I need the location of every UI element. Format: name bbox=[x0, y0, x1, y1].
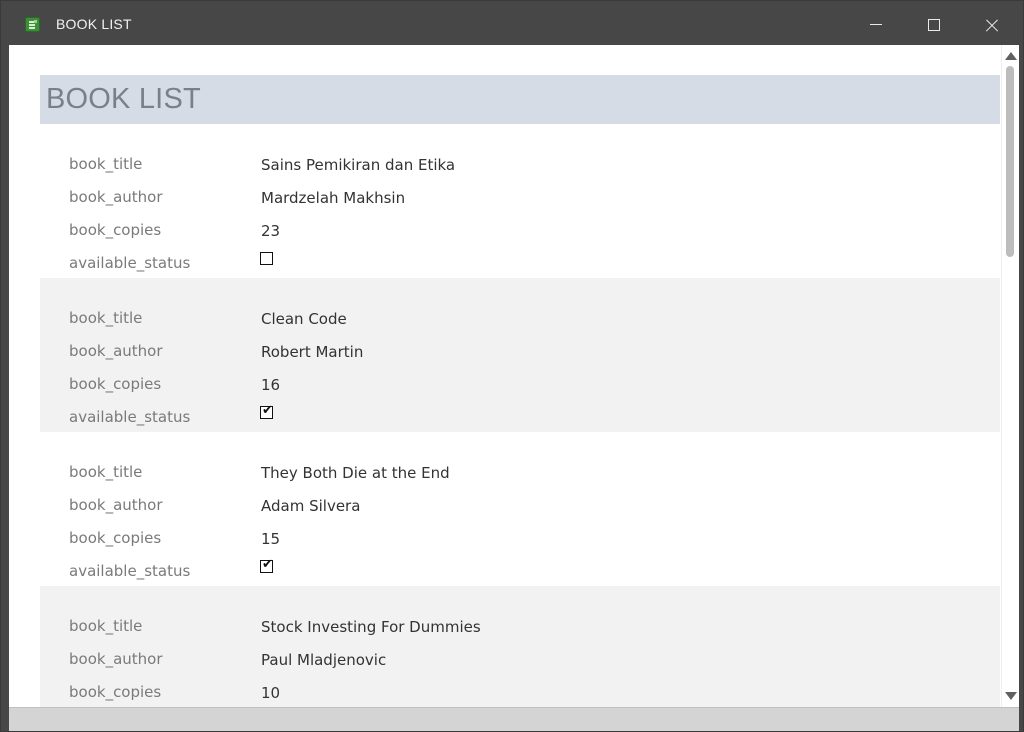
scroll-up-arrow-icon[interactable] bbox=[1005, 52, 1017, 60]
check-icon: ✔ bbox=[262, 557, 273, 572]
report-title: BOOK LIST bbox=[46, 83, 201, 115]
scroll-down-arrow-icon[interactable] bbox=[1005, 692, 1017, 700]
check-icon: ✔ bbox=[262, 403, 273, 418]
book-author-value[interactable]: Robert Martin bbox=[261, 343, 363, 361]
book-author-label: book_author bbox=[69, 650, 163, 668]
book-title-value[interactable]: Sains Pemikiran dan Etika bbox=[261, 156, 455, 174]
book-copies-value[interactable]: 15 bbox=[261, 530, 280, 548]
book-title-value[interactable]: Clean Code bbox=[261, 310, 347, 328]
available-status-checkbox[interactable] bbox=[260, 252, 273, 265]
book-copies-label: book_copies bbox=[69, 221, 162, 239]
book-copies-label: book_copies bbox=[69, 683, 162, 701]
book-author-value[interactable]: Mardzelah Makhsin bbox=[261, 189, 405, 207]
available-status-label: available_status bbox=[69, 562, 191, 580]
book-author-value[interactable]: Paul Mladjenovic bbox=[261, 651, 386, 669]
record: book_title Clean Code book_author Robert… bbox=[40, 278, 1000, 432]
book-author-label: book_author bbox=[69, 342, 163, 360]
book-title-value[interactable]: Stock Investing For Dummies bbox=[261, 618, 481, 636]
report-header: BOOK LIST bbox=[40, 75, 1000, 124]
close-button[interactable] bbox=[975, 10, 1009, 38]
window-title: BOOK LIST bbox=[56, 16, 132, 32]
status-bar bbox=[9, 707, 1019, 731]
book-copies-value[interactable]: 23 bbox=[261, 222, 280, 240]
book-author-label: book_author bbox=[69, 496, 163, 514]
book-title-label: book_title bbox=[69, 309, 143, 327]
scroll-thumb[interactable] bbox=[1006, 66, 1014, 257]
book-copies-label: book_copies bbox=[69, 529, 162, 547]
book-copies-label: book_copies bbox=[69, 375, 162, 393]
book-title-label: book_title bbox=[69, 463, 143, 481]
available-status-checkbox[interactable]: ✔ bbox=[260, 557, 273, 573]
record: book_title Stock Investing For Dummies b… bbox=[40, 586, 1000, 707]
app-window: BOOK LIST BOOK LIST book_title Sains Pem… bbox=[0, 0, 1024, 732]
book-author-value[interactable]: Adam Silvera bbox=[261, 497, 360, 515]
maximize-button[interactable] bbox=[917, 10, 951, 38]
book-title-label: book_title bbox=[69, 155, 143, 173]
report-view: BOOK LIST book_title Sains Pemikiran dan… bbox=[9, 45, 1019, 731]
book-author-label: book_author bbox=[69, 188, 163, 206]
title-bar[interactable]: BOOK LIST bbox=[1, 1, 1023, 45]
record: book_title They Both Die at the End book… bbox=[40, 432, 1000, 586]
book-title-value[interactable]: They Both Die at the End bbox=[261, 464, 450, 482]
minimize-button[interactable] bbox=[859, 10, 893, 38]
available-status-checkbox[interactable]: ✔ bbox=[260, 403, 273, 419]
access-report-icon bbox=[25, 17, 40, 32]
available-status-label: available_status bbox=[69, 254, 191, 272]
record: book_title Sains Pemikiran dan Etika boo… bbox=[40, 124, 1000, 278]
vertical-scrollbar[interactable] bbox=[1001, 45, 1018, 707]
available-status-label: available_status bbox=[69, 408, 191, 426]
book-title-label: book_title bbox=[69, 617, 143, 635]
book-copies-value[interactable]: 16 bbox=[261, 376, 280, 394]
book-copies-value[interactable]: 10 bbox=[261, 684, 280, 702]
